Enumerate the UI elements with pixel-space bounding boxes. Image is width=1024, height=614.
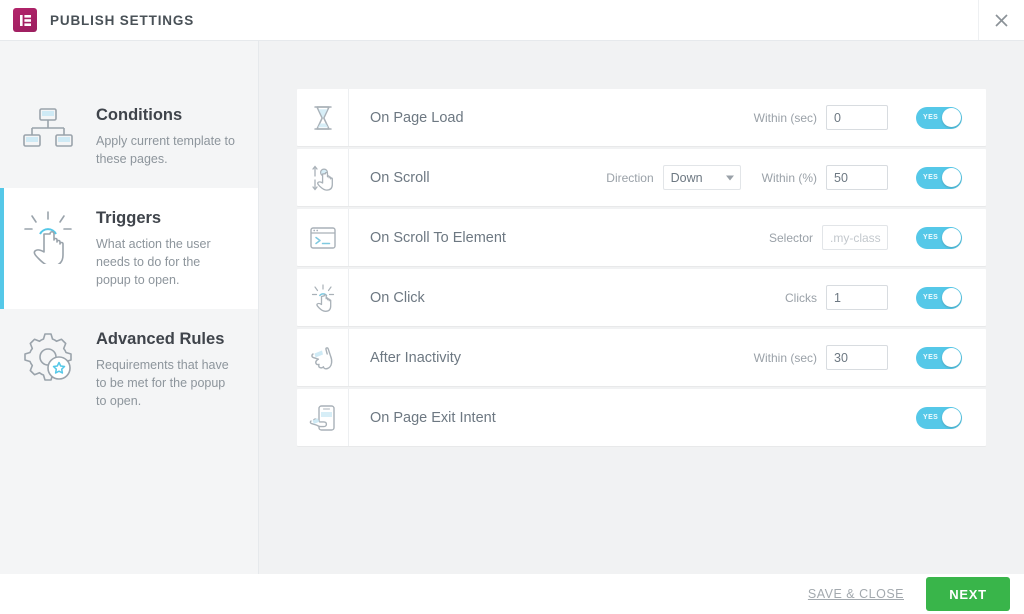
- table-row: On Scroll To Element Selector YES: [297, 209, 986, 266]
- toggle-label: YES: [923, 414, 939, 421]
- toggle-label: YES: [923, 174, 939, 181]
- idle-hand-icon: [297, 329, 349, 386]
- brand: PUBLISH SETTINGS: [0, 8, 194, 32]
- row-label: On Scroll To Element: [370, 229, 506, 246]
- close-button[interactable]: [978, 0, 1024, 40]
- row-controls: Clicks: [785, 269, 892, 326]
- terminal-window-icon: [297, 209, 349, 266]
- sidebar-item-text: Conditions Apply current template to the…: [96, 105, 236, 168]
- click-toggle[interactable]: YES: [916, 286, 962, 309]
- scroll-toggle[interactable]: YES: [916, 166, 962, 189]
- toggle-label: YES: [923, 354, 939, 361]
- sidebar-item-description: What action the user needs to do for the…: [96, 236, 211, 288]
- click-hand-icon: [297, 269, 349, 326]
- exit-intent-toggle[interactable]: YES: [916, 406, 962, 429]
- control-label: Direction: [606, 170, 654, 185]
- control-label: Selector: [768, 230, 813, 245]
- row-label: On Page Load: [370, 109, 464, 126]
- page-load-within-sec-input[interactable]: [826, 105, 888, 130]
- toggle-cell: YES: [892, 389, 986, 446]
- toggle-knob: [941, 408, 961, 427]
- page-load-toggle[interactable]: YES: [916, 106, 962, 129]
- row-label: After Inactivity: [370, 349, 462, 366]
- control-label: Within (%): [761, 170, 817, 185]
- row-controls: Within (sec): [754, 329, 892, 386]
- modal-body: Conditions Apply current template to the…: [0, 41, 1024, 574]
- toggle-label: YES: [923, 234, 939, 241]
- row-label: On Page Exit Intent: [370, 409, 496, 426]
- control-label: Within (sec): [753, 110, 817, 125]
- row-controls: Within (sec): [754, 89, 892, 146]
- tap-hand-icon: [0, 208, 96, 265]
- modal-header: PUBLISH SETTINGS: [0, 0, 1024, 41]
- control-label: Clicks: [785, 290, 817, 305]
- sidebar-item-text: Advanced Rules Requirements that have to…: [96, 329, 236, 410]
- sitemap-icon: [0, 105, 96, 153]
- toggle-label: YES: [923, 114, 939, 121]
- table-row: On Click Clicks YES: [297, 269, 986, 326]
- inactivity-toggle[interactable]: YES: [916, 346, 962, 369]
- row-label: On Scroll: [370, 169, 430, 186]
- toggle-cell: YES: [892, 329, 986, 386]
- sidebar-item-conditions[interactable]: Conditions Apply current template to the…: [0, 85, 258, 188]
- scroll-to-element-toggle[interactable]: YES: [916, 226, 962, 249]
- table-row: On Page Load Within (sec) YES: [297, 89, 986, 146]
- close-icon: [995, 13, 1008, 27]
- toggle-knob: [941, 168, 961, 187]
- sidebar-item-title: Advanced Rules: [96, 330, 225, 349]
- toggle-cell: YES: [892, 209, 986, 266]
- row-controls: Direction Down Within (%): [606, 149, 892, 206]
- page-title: PUBLISH SETTINGS: [50, 12, 195, 28]
- sidebar-item-description: Requirements that have to be met for the…: [96, 358, 229, 409]
- table-row: After Inactivity Within (sec) YES: [297, 329, 986, 386]
- click-count-input[interactable]: [826, 285, 888, 310]
- elementor-logo-icon: [13, 8, 37, 32]
- gear-star-icon: [0, 329, 96, 382]
- scroll-within-percent-input[interactable]: [826, 165, 888, 190]
- row-controls: Selector: [769, 209, 892, 266]
- scroll-to-element-selector-input[interactable]: [822, 225, 888, 250]
- toggle-label: YES: [923, 294, 939, 301]
- sidebar-item-triggers[interactable]: Triggers What action the user needs to d…: [0, 188, 258, 310]
- table-row: On Page Exit Intent YES: [297, 389, 986, 446]
- sidebar: Conditions Apply current template to the…: [0, 41, 259, 574]
- row-label: On Click: [370, 289, 425, 306]
- triggers-panel: On Page Load Within (sec) YES: [259, 41, 1024, 574]
- toggle-knob: [941, 288, 961, 307]
- sidebar-item-advanced-rules[interactable]: Advanced Rules Requirements that have to…: [0, 309, 258, 430]
- sidebar-item-description: Apply current template to these pages.: [96, 133, 235, 166]
- phone-exit-icon: [297, 389, 349, 446]
- inactivity-within-sec-input[interactable]: [826, 345, 888, 370]
- scroll-direction-select[interactable]: Down: [662, 165, 741, 190]
- hourglass-icon: [297, 89, 349, 146]
- trigger-rows: On Page Load Within (sec) YES: [297, 89, 986, 446]
- table-row: On Scroll Direction Down Within (%) 50 Y…: [297, 149, 986, 206]
- toggle-knob: [941, 108, 961, 127]
- scroll-direction-select-wrap: Down: [662, 165, 741, 190]
- toggle-knob: [941, 228, 961, 247]
- publish-settings-modal: PUBLISH SETTINGS Conditions Apply curren…: [0, 0, 1024, 614]
- toggle-cell: YES: [892, 149, 986, 206]
- sidebar-item-title: Conditions: [96, 106, 183, 124]
- toggle-cell: YES: [892, 269, 986, 326]
- save-and-close-link[interactable]: SAVE & CLOSE: [808, 587, 904, 601]
- toggle-knob: [941, 348, 961, 367]
- sidebar-item-text: Triggers What action the user needs to d…: [96, 208, 236, 289]
- control-label: Within (sec): [753, 350, 817, 365]
- scroll-hand-icon: [297, 149, 349, 206]
- sidebar-item-title: Triggers: [96, 209, 162, 228]
- next-button[interactable]: NEXT: [926, 577, 1010, 611]
- toggle-cell: YES: [892, 89, 986, 146]
- modal-footer: SAVE & CLOSE NEXT: [0, 574, 1024, 614]
